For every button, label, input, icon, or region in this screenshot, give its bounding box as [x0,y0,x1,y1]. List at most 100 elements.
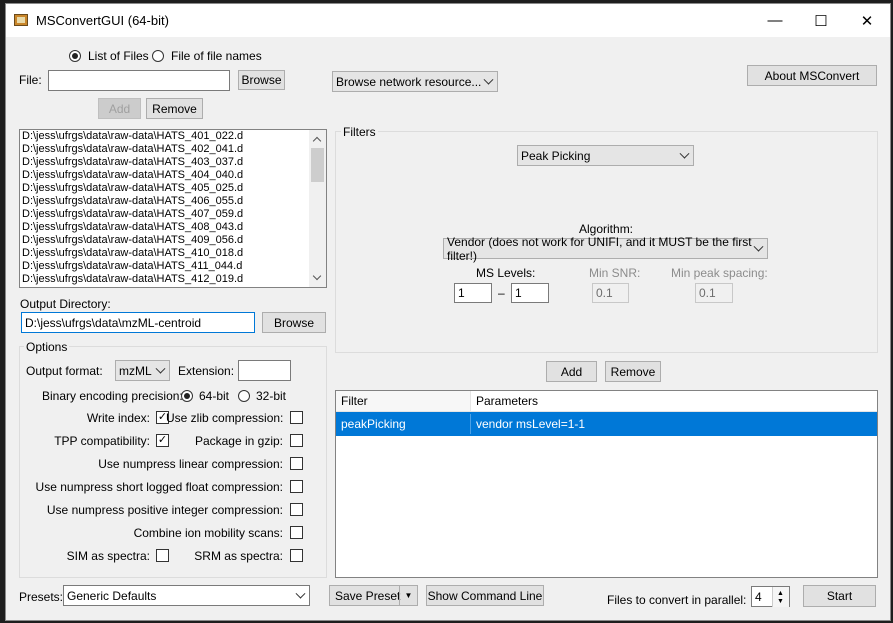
output-format-combo[interactable]: mzML [115,360,170,381]
filter-column-header[interactable]: Filter [336,391,471,411]
close-button[interactable]: ✕ [844,4,890,37]
srm-checkbox[interactable] [290,549,303,562]
list-item[interactable]: D:\jess\ufrgs\data\raw-data\HATS_410_018… [20,247,326,260]
ms-level-from-input[interactable]: 1 [454,283,492,303]
numpress-linear-checkbox[interactable] [290,457,303,470]
parameters-column-header[interactable]: Parameters [471,391,877,411]
minimize-button[interactable]: — [752,4,798,37]
window-title: MSConvertGUI (64-bit) [36,13,169,28]
list-item[interactable]: D:\jess\ufrgs\data\raw-data\HATS_407_059… [20,208,326,221]
precision-32-label: 32-bit [256,389,287,403]
numpress-pic-label: Use numpress positive integer compressio… [46,503,283,517]
presets-combo[interactable]: Generic Defaults [63,585,310,606]
numpress-pic-checkbox[interactable] [290,503,303,516]
file-label: File: [19,73,42,87]
output-directory-input[interactable]: D:\jess\ufrgs\data\mzML-centroid [21,312,255,333]
network-resource-combo[interactable]: Browse network resource... [332,71,498,92]
ms-level-dash: – [498,286,505,300]
close-icon: ✕ [860,12,874,30]
output-directory-label: Output Directory: [20,297,111,311]
list-item[interactable]: D:\jess\ufrgs\data\raw-data\HATS_402_041… [20,143,326,156]
filter-type-value: Peak Picking [521,148,591,163]
gzip-label: Package in gzip: [194,434,283,448]
list-item[interactable]: D:\jess\ufrgs\data\raw-data\HATS_408_043… [20,221,326,234]
maximize-icon: ☐ [814,12,828,30]
about-button[interactable]: About MSConvert [747,65,877,86]
show-command-line-button[interactable]: Show Command Line [426,585,544,606]
parallel-label: Files to convert in parallel: [607,593,747,607]
list-item[interactable]: D:\jess\ufrgs\data\raw-data\HATS_401_022… [20,130,326,143]
output-format-value: mzML [119,363,152,378]
precision-32-radio[interactable] [238,390,250,402]
precision-64-label: 64-bit [199,389,230,403]
list-item[interactable]: D:\jess\ufrgs\data\raw-data\HATS_411_044… [20,260,326,273]
scrollbar-thumb[interactable] [311,148,324,182]
output-browse-button[interactable]: Browse [262,312,326,333]
filters-table[interactable]: Filter Parameters peakPicking vendor msL… [335,390,878,578]
title-bar: MSConvertGUI (64-bit) — ☐ ✕ [6,4,890,37]
file-list-items: D:\jess\ufrgs\data\raw-data\HATS_401_022… [20,130,326,286]
min-snr-input[interactable]: 0.1 [592,283,629,303]
list-item[interactable]: D:\jess\ufrgs\data\raw-data\HATS_404_040… [20,169,326,182]
numpress-linear-label: Use numpress linear compression: [98,457,283,471]
write-index-label: Write index: [86,411,150,425]
file-input[interactable] [48,70,230,91]
list-item[interactable]: D:\jess\ufrgs\data\raw-data\HATS_409_056… [20,234,326,247]
chevron-down-icon [483,74,494,85]
parallel-value: 4 [755,589,762,604]
gzip-checkbox[interactable] [290,434,303,447]
filters-group-title: Filters [341,125,378,139]
filter-type-combo[interactable]: Peak Picking [517,145,694,166]
file-list-scrollbar[interactable] [309,130,326,287]
scroll-up-icon[interactable] [312,136,322,146]
min-snr-label: Min SNR: [589,266,641,280]
parallel-spinner[interactable]: 4 ▲ ▼ [751,586,790,607]
options-group-title: Options [24,340,70,354]
network-resource-value: Browse network resource... [336,74,482,89]
numpress-slof-label: Use numpress short logged float compress… [35,480,283,494]
caret-down-icon[interactable]: ▼ [399,586,417,605]
extension-input[interactable] [238,360,291,381]
scroll-down-icon[interactable] [312,271,322,281]
add-filter-button[interactable]: Add [546,361,597,382]
ion-mobility-checkbox[interactable] [290,526,303,539]
min-peak-spacing-label: Min peak spacing: [671,266,768,280]
msconvert-window: MSConvertGUI (64-bit) — ☐ ✕ List of File… [5,3,891,621]
list-item[interactable]: D:\jess\ufrgs\data\raw-data\HATS_412_019… [20,273,326,286]
list-item[interactable]: D:\jess\ufrgs\data\raw-data\HATS_405_025… [20,182,326,195]
filter-cell: peakPicking [336,414,471,434]
ms-level-to-input[interactable]: 1 [511,283,549,303]
min-peak-spacing-input[interactable]: 0.1 [695,283,733,303]
zlib-checkbox[interactable] [290,411,303,424]
sim-label: SIM as spectra: [66,549,150,563]
precision-64-radio[interactable] [181,390,193,402]
list-item[interactable]: D:\jess\ufrgs\data\raw-data\HATS_403_037… [20,156,326,169]
start-button[interactable]: Start [803,585,876,607]
save-preset-button[interactable]: Save Preset ▼ [329,585,418,606]
list-of-files-label: List of Files [88,49,149,63]
app-icon [14,14,28,26]
chevron-down-icon [155,363,166,374]
file-of-file-names-radio[interactable] [152,50,164,62]
list-of-files-radio[interactable] [69,50,81,62]
file-list[interactable]: D:\jess\ufrgs\data\raw-data\HATS_401_022… [19,129,327,288]
add-file-button[interactable]: Add [98,98,141,119]
remove-filter-button[interactable]: Remove [605,361,661,382]
spin-down-icon[interactable]: ▼ [777,598,784,605]
algorithm-combo[interactable]: Vendor (does not work for UNIFI, and it … [443,235,768,263]
list-item[interactable]: D:\jess\ufrgs\data\raw-data\HATS_406_055… [20,195,326,208]
presets-label: Presets: [19,590,64,604]
parallel-spin-buttons[interactable]: ▲ ▼ [772,587,789,607]
ion-mobility-label: Combine ion mobility scans: [133,526,283,540]
ms-levels-label: MS Levels: [476,266,536,280]
maximize-button[interactable]: ☐ [798,4,844,37]
file-of-file-names-label: File of file names [171,49,262,63]
chevron-down-icon [295,588,306,599]
zlib-label: Use zlib compression: [166,411,284,425]
file-browse-button[interactable]: Browse [238,70,285,90]
numpress-slof-checkbox[interactable] [290,480,303,493]
table-row[interactable]: peakPicking vendor msLevel=1-1 [336,412,877,436]
spin-up-icon[interactable]: ▲ [777,590,784,597]
precision-label: Binary encoding precision: [42,389,183,403]
remove-file-button[interactable]: Remove [146,98,203,119]
